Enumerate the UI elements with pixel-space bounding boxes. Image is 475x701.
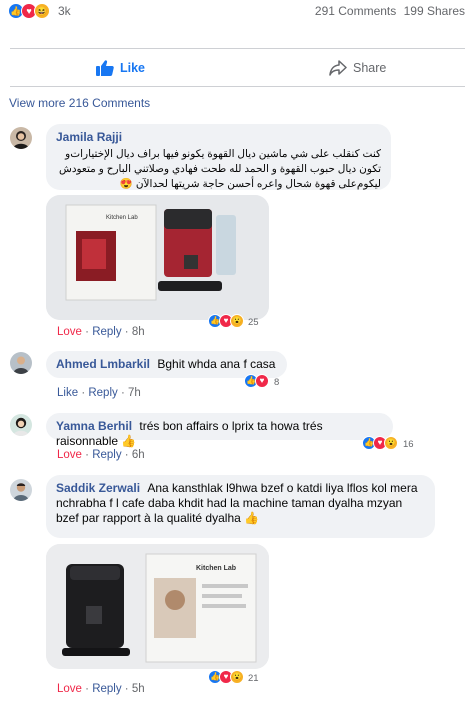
comment-reply-link[interactable]: Reply — [88, 387, 117, 399]
comment-author[interactable]: Yamna Berhil — [56, 419, 132, 433]
avatar[interactable] — [10, 127, 32, 149]
comment-reaction-count: 8 — [274, 377, 280, 388]
comments-shares-summary: 291 Comments 199 Shares — [315, 4, 465, 18]
wow-reaction-icon: 😮 — [230, 670, 244, 684]
comment-photo[interactable]: Kitchen Lab — [46, 195, 269, 320]
avatar[interactable] — [10, 414, 32, 436]
divider — [10, 48, 465, 49]
love-reaction-icon: ♥ — [255, 374, 269, 388]
haha-reaction-icon: 😆 — [34, 3, 50, 19]
avatar-photo-icon — [10, 127, 32, 149]
comment-author[interactable]: Ahmed Lmbarkil — [56, 357, 150, 371]
coffee-machine-photo: Kitchen Lab — [46, 544, 269, 669]
comment-text: Bghit whda ana f casa — [157, 357, 276, 371]
comment-bubble: Jamila Rajji كنت كنقلب على شي ماشين ديال… — [46, 124, 391, 190]
comment-text: كنت كنقلب على شي ماشين ديال القهوة يكونو… — [59, 148, 381, 191]
comment-reply-link[interactable]: Reply — [92, 326, 121, 338]
comment-time[interactable]: 8h — [132, 326, 145, 338]
comment-bubble: Yamna Berhil trés bon affairs o lprix ta… — [46, 413, 393, 448]
coffee-machine-photo: Kitchen Lab — [46, 195, 269, 320]
comment-love-link[interactable]: Love — [57, 683, 82, 695]
avatar-photo-icon — [10, 352, 32, 374]
comment-actions: Like · Reply · 7h — [57, 387, 141, 399]
comment-like-link[interactable]: Like — [57, 387, 78, 399]
comment-reply-link[interactable]: Reply — [92, 449, 121, 461]
like-button-label: Like — [120, 61, 146, 75]
box-brand-label: Kitchen Lab — [196, 565, 236, 572]
comment-author[interactable]: Saddik Zerwali — [56, 481, 140, 495]
wow-reaction-icon: 😮 — [230, 314, 244, 328]
comment-actions: Love · Reply · 6h — [57, 449, 145, 461]
reaction-count[interactable]: 3k — [58, 4, 71, 18]
comment-time[interactable]: 6h — [132, 449, 145, 461]
share-arrow-icon — [329, 60, 347, 76]
divider — [10, 86, 465, 87]
share-button[interactable]: Share — [329, 56, 386, 80]
avatar[interactable] — [10, 479, 32, 501]
avatar-photo-icon — [10, 479, 32, 501]
thumbs-up-icon — [96, 60, 114, 76]
comment-reaction-count: 16 — [403, 439, 414, 450]
post-stats-bar: 👍 ♥ 😆 3k 291 Comments 199 Shares — [0, 0, 475, 24]
comment-actions: Love · Reply · 5h — [57, 683, 145, 695]
comment-reactions[interactable]: 👍 ♥ 😮 16 — [362, 436, 422, 450]
comment-actions: Love · Reply · 8h — [57, 326, 145, 338]
comment-reaction-count: 21 — [248, 673, 259, 684]
comment-reply-link[interactable]: Reply — [92, 683, 121, 695]
box-brand-label: Kitchen Lab — [106, 215, 138, 221]
like-button[interactable]: Like — [96, 56, 145, 80]
comment-time[interactable]: 5h — [132, 683, 145, 695]
comment-love-link[interactable]: Love — [57, 326, 82, 338]
avatar-photo-icon — [10, 414, 32, 436]
comment-reactions[interactable]: 👍 ♥ 😮 21 — [208, 670, 268, 684]
view-more-comments-link[interactable]: View more 216 Comments — [9, 96, 150, 110]
comments-count[interactable]: 291 Comments — [315, 4, 396, 18]
comment-bubble: Saddik Zerwali Ana kansthlak l9hwa bzef … — [46, 475, 435, 538]
comment-author[interactable]: Jamila Rajji — [56, 130, 122, 144]
action-bar: Like Share — [0, 50, 475, 86]
share-button-label: Share — [353, 61, 387, 75]
comment-love-link[interactable]: Love — [57, 449, 82, 461]
shares-count[interactable]: 199 Shares — [404, 4, 465, 18]
comment-reactions[interactable]: 👍 ♥ 8 — [244, 374, 288, 388]
comment-reaction-count: 25 — [248, 317, 259, 328]
avatar[interactable] — [10, 352, 32, 374]
wow-reaction-icon: 😮 — [384, 436, 398, 450]
comment-reactions[interactable]: 👍 ♥ 😮 25 — [208, 314, 268, 328]
comment-photo[interactable]: Kitchen Lab — [46, 544, 269, 669]
comment-time[interactable]: 7h — [128, 387, 141, 399]
